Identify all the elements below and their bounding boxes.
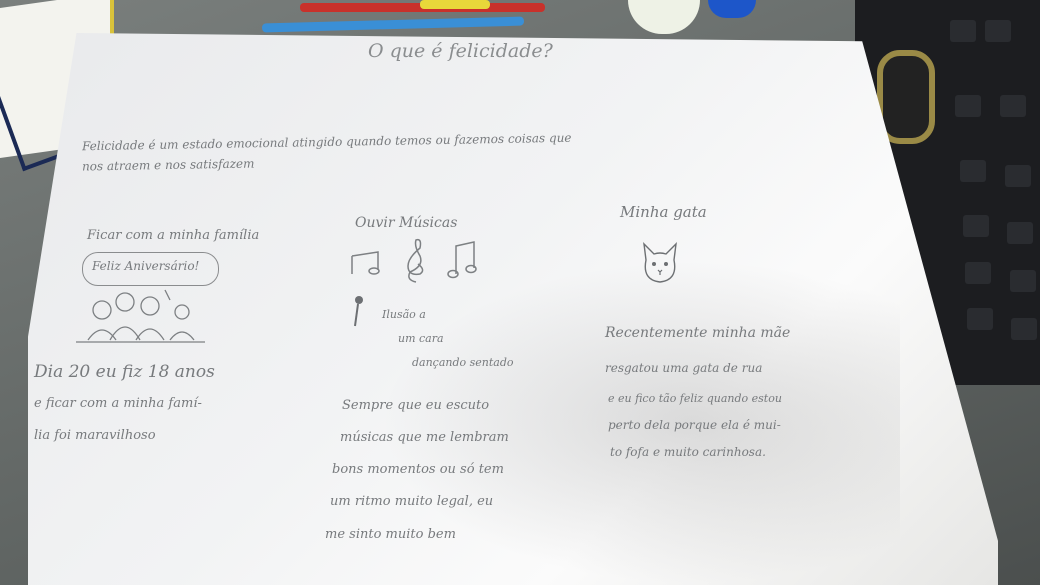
keyboard-key <box>1005 165 1031 187</box>
cat-text-line-2: resgatou uma gata de rua <box>605 361 763 375</box>
family-heading: Ficar com a minha família <box>87 228 260 243</box>
music-text-line-5: me sinto muito bem <box>325 527 456 542</box>
eighth-notes-icon <box>447 241 477 279</box>
pen-yellow <box>420 0 490 9</box>
keyboard-key <box>960 160 986 182</box>
treble-clef-icon <box>407 238 424 283</box>
keyboard-key <box>955 95 981 117</box>
family-text-line-1: Dia 20 eu fiz 18 anos <box>34 362 215 382</box>
music-text-line-4: um ritmo muito legal, eu <box>330 494 494 509</box>
illustration-caption-2: um cara <box>398 332 444 345</box>
page-title: O que é felicidade? <box>368 40 553 62</box>
music-text-line-1: Sempre que eu escuto <box>342 398 490 413</box>
illustration-caption-1: Ilusão a <box>382 308 426 321</box>
microphone-icon <box>354 296 363 327</box>
keyboard-key <box>965 262 991 284</box>
cat-text-line-5: to fofa e muito carinhosa. <box>610 445 766 459</box>
keyboard-key <box>1010 270 1036 292</box>
music-note-icon <box>351 251 380 275</box>
intro-line-2: nos atraem e nos satisfazem <box>81 156 255 174</box>
keyboard-key <box>985 20 1011 42</box>
illustration-caption-3: dançando sentado <box>412 356 514 369</box>
cat-heading: Minha gata <box>620 203 707 221</box>
cat-face-icon <box>643 242 677 283</box>
family-drawing-icon <box>76 289 205 343</box>
family-text-line-2: e ficar com a minha famí- <box>34 396 202 411</box>
keyboard-key <box>1000 95 1026 117</box>
music-text-line-3: bons momentos ou só tem <box>332 462 504 477</box>
music-text-line-2: músicas que me lembram <box>340 430 509 445</box>
keyboard-key <box>967 308 993 330</box>
cat-text-line-3: e eu fico tão feliz quando estou <box>608 392 782 405</box>
music-heading: Ouvir Músicas <box>355 215 458 231</box>
keyboard-key <box>1007 222 1033 244</box>
keyboard-key <box>963 215 989 237</box>
cat-text-line-1: Recentemente minha mãe <box>605 325 791 341</box>
keyboard-key <box>1011 318 1037 340</box>
keyboard-key <box>950 20 976 42</box>
cat-text-line-4: perto dela porque ela é mui- <box>608 418 781 432</box>
speech-bubble-text: Feliz Aniversário! <box>92 259 200 273</box>
family-text-line-3: lia foi maravilhoso <box>34 428 156 443</box>
